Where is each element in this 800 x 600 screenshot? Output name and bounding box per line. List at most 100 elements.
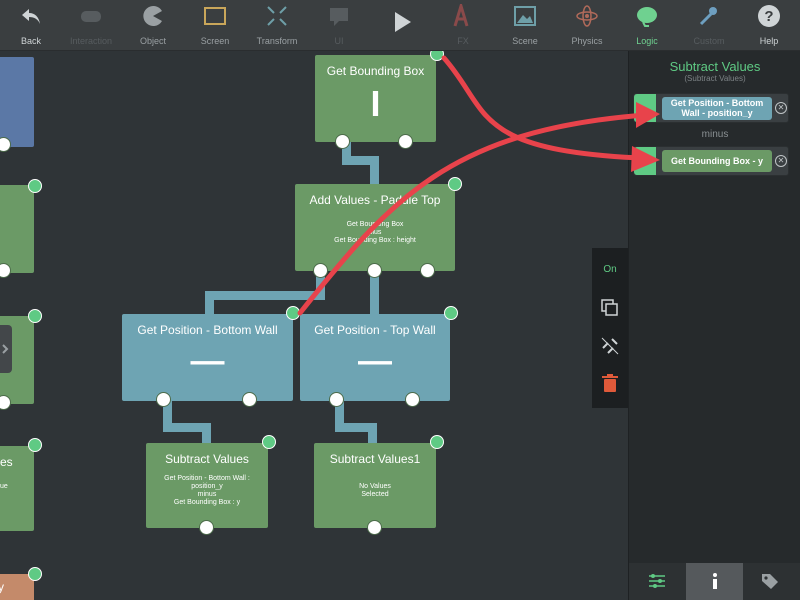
slot-handle[interactable] (634, 147, 656, 175)
input-slot-2[interactable]: Get Bounding Box - y ✕ (633, 146, 789, 176)
output-port[interactable] (199, 520, 214, 535)
node-title: Add Values - Paddle Top (309, 193, 441, 207)
output-port[interactable] (0, 137, 11, 152)
logic-button[interactable]: Logic (616, 0, 678, 50)
tags-icon (762, 574, 778, 589)
node-desc-line: Get Bounding Box : y (173, 499, 241, 506)
output-port[interactable] (335, 134, 350, 149)
panel-title: Subtract Values (669, 59, 761, 74)
partial-node-green-1[interactable] (0, 185, 34, 273)
object-button[interactable]: Object (122, 0, 184, 50)
export-badge-icon[interactable] (430, 435, 444, 449)
output-port[interactable] (242, 392, 257, 407)
output-port[interactable] (329, 392, 344, 407)
node-get-position-bottom-wall[interactable]: Get Position - Bottom Wall — (122, 314, 293, 401)
node-add-values-paddle-top[interactable]: Add Values - Paddle Top Get Bounding Box… (295, 184, 455, 271)
node-desc-line: Selected (361, 491, 389, 498)
export-badge-icon[interactable] (262, 435, 276, 449)
connection-wire (368, 423, 377, 445)
slot-handle[interactable] (634, 94, 656, 122)
properties-panel: Subtract Values (Subtract Values) Get Po… (628, 51, 800, 600)
ui-button[interactable]: UI (308, 0, 370, 50)
help-button[interactable]: ? Help (738, 0, 800, 50)
on-toggle[interactable]: On (592, 264, 628, 275)
output-port[interactable] (313, 263, 328, 278)
export-badge-icon[interactable] (286, 306, 300, 320)
partial-node-blue[interactable] (0, 57, 34, 147)
fx-label: FX (457, 36, 469, 46)
tab-settings[interactable] (629, 563, 686, 600)
custom-button[interactable]: Custom (678, 0, 740, 50)
input-chip-2[interactable]: Get Bounding Box - y (662, 150, 772, 172)
partial-node-title: es (0, 455, 13, 469)
input-slot-1[interactable]: Get Position - Bottom Wall - position_y … (633, 93, 789, 123)
gamepad-icon (81, 11, 101, 22)
physics-button[interactable]: Physics (556, 0, 618, 50)
node-action-sidebar: On (592, 248, 628, 408)
input-chip-1[interactable]: Get Position - Bottom Wall - position_y (662, 97, 772, 120)
node-glyph: I (370, 83, 381, 124)
play-icon (395, 12, 411, 32)
output-port[interactable] (367, 263, 382, 278)
export-badge-icon[interactable] (28, 179, 42, 193)
logic-canvas[interactable]: es ue y Get Bounding Box I Add Values - … (0, 51, 628, 600)
landscape-icon (514, 6, 536, 26)
partial-node-label: y (0, 580, 4, 594)
close-icon[interactable]: ✕ (775, 155, 787, 167)
export-badge-icon[interactable] (28, 438, 42, 452)
output-port[interactable] (367, 520, 382, 535)
screen-frame-icon (204, 7, 226, 25)
ui-label: UI (334, 36, 344, 46)
unlink-icon[interactable] (600, 336, 620, 356)
partial-node-green-3[interactable]: es ue (0, 446, 34, 531)
transform-label: Transform (256, 36, 298, 46)
node-subtract-values1[interactable]: Subtract Values1 No Values Selected (314, 443, 436, 528)
close-icon[interactable]: ✕ (775, 102, 787, 114)
canvas-edge-handle[interactable] (0, 325, 12, 373)
interaction-button[interactable]: Interaction (60, 0, 122, 50)
physics-label: Physics (571, 36, 603, 46)
export-badge-icon[interactable] (28, 567, 42, 581)
atom-icon (576, 5, 598, 27)
transform-arrows-icon (267, 6, 287, 26)
tab-info[interactable] (686, 563, 743, 600)
node-subtract-values[interactable]: Subtract Values Get Position - Bottom Wa… (146, 443, 268, 528)
operator-label: minus (701, 129, 729, 140)
output-port[interactable] (156, 392, 171, 407)
export-badge-icon[interactable] (430, 51, 444, 61)
output-port[interactable] (398, 134, 413, 149)
svg-text:?: ? (764, 8, 773, 25)
node-glyph: — (190, 342, 225, 380)
duplicate-icon[interactable] (600, 298, 620, 318)
export-badge-icon[interactable] (448, 177, 462, 191)
export-badge-icon[interactable] (28, 309, 42, 323)
brain-icon (637, 7, 657, 27)
screen-button[interactable]: Screen (184, 0, 246, 50)
scene-button[interactable]: Scene (494, 0, 556, 50)
logic-label: Logic (636, 36, 658, 46)
help-label: Help (759, 36, 779, 46)
wrench-icon (699, 7, 717, 26)
node-get-position-top-wall[interactable]: Get Position - Top Wall — (300, 314, 450, 401)
trash-icon[interactable] (601, 374, 619, 394)
connection-wire (370, 156, 379, 186)
output-port[interactable] (0, 395, 11, 410)
output-port[interactable] (0, 263, 11, 278)
transform-button[interactable]: Transform (246, 0, 308, 50)
back-arrow-icon (22, 9, 40, 24)
node-get-bounding-box[interactable]: Get Bounding Box I (315, 55, 436, 142)
fx-button[interactable]: FX (432, 0, 494, 50)
back-button[interactable]: Back (0, 0, 62, 50)
settings-sliders-icon (649, 574, 665, 588)
question-icon: ? (758, 5, 780, 27)
output-port[interactable] (405, 392, 420, 407)
export-badge-icon[interactable] (444, 306, 458, 320)
node-title: Get Position - Bottom Wall (137, 323, 278, 337)
pacman-icon (143, 6, 162, 26)
output-port[interactable] (420, 263, 435, 278)
tab-tags[interactable] (743, 563, 800, 600)
node-title: Get Position - Top Wall (314, 323, 436, 337)
partial-node-text: ue (0, 483, 8, 490)
chevron-right-icon (2, 344, 9, 354)
play-button[interactable] (370, 0, 432, 50)
